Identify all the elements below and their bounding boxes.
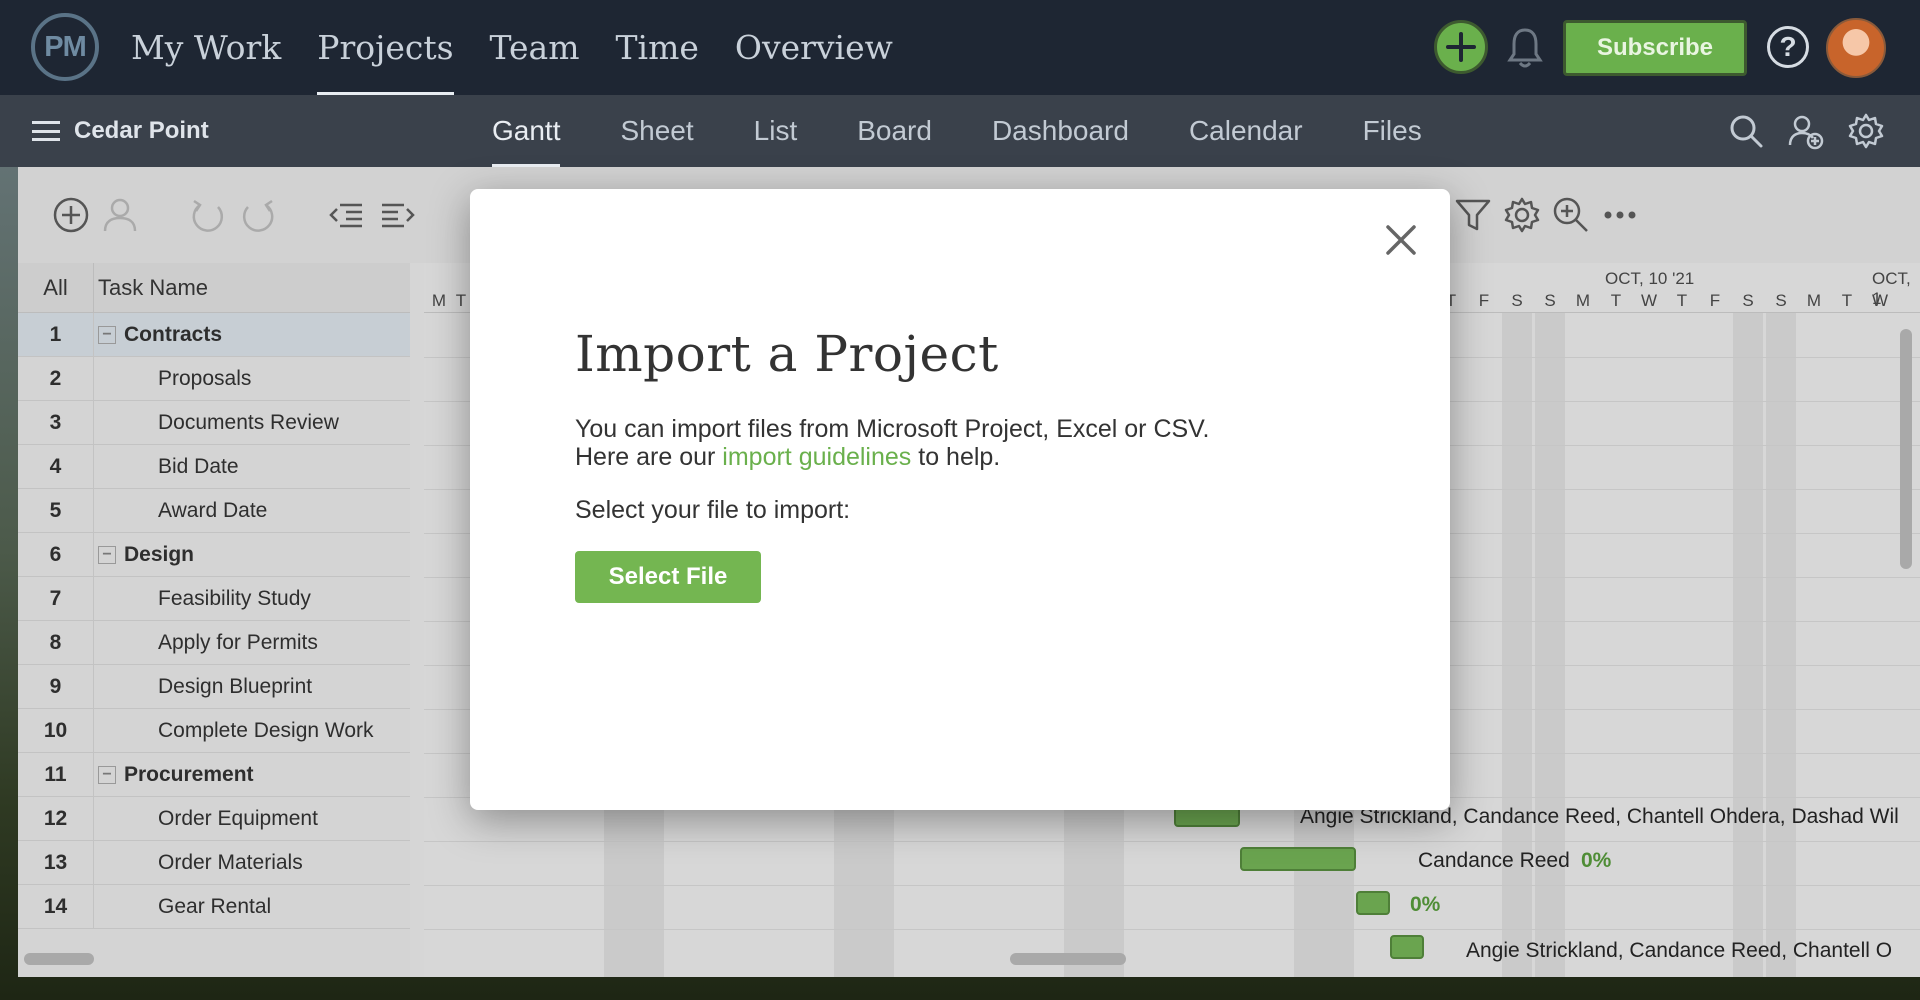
undo-icon[interactable] <box>188 195 228 235</box>
bell-icon[interactable] <box>1505 26 1545 70</box>
task-row[interactable]: 10 Complete Design Work <box>18 708 410 753</box>
tab-files[interactable]: Files <box>1333 95 1452 167</box>
modal-description: You can import files from Microsoft Proj… <box>575 415 1210 471</box>
modal-title: Import a Project <box>575 325 999 383</box>
task-progress-label: 0% <box>1581 849 1612 872</box>
add-user-icon[interactable] <box>1787 112 1825 150</box>
task-name-header[interactable]: Task Name <box>94 275 208 301</box>
task-row[interactable]: 9 Design Blueprint <box>18 664 410 709</box>
close-icon[interactable] <box>1380 219 1422 261</box>
task-row[interactable]: 8 Apply for Permits <box>18 620 410 665</box>
import-project-modal: Import a Project You can import files fr… <box>470 189 1450 810</box>
search-icon[interactable] <box>1727 112 1765 150</box>
tab-gantt[interactable]: Gantt <box>480 95 590 167</box>
tab-dashboard[interactable]: Dashboard <box>962 95 1159 167</box>
select-file-prompt: Select your file to import: <box>575 496 851 524</box>
task-row[interactable]: 4 Bid Date <box>18 444 410 489</box>
add-task-icon[interactable] <box>51 195 91 235</box>
gantt-vertical-scrollbar[interactable] <box>1900 329 1912 569</box>
add-new-button[interactable] <box>1434 20 1488 74</box>
task-row[interactable]: 5 Award Date <box>18 488 410 533</box>
top-navigation-bar: PM My Work Projects Team Time Overview S… <box>0 0 1920 95</box>
task-assignees-label: Candance Reed <box>1418 849 1570 872</box>
assign-user-icon[interactable] <box>100 195 140 235</box>
nav-team[interactable]: Team <box>472 0 598 95</box>
import-guidelines-link[interactable]: import guidelines <box>722 443 911 471</box>
nav-overview[interactable]: Overview <box>717 0 911 95</box>
tab-list[interactable]: List <box>724 95 828 167</box>
task-row[interactable]: 11− Procurement <box>18 752 410 797</box>
help-icon[interactable]: ? <box>1767 26 1809 68</box>
plus-icon <box>1446 32 1476 62</box>
project-name-label: Cedar Point <box>74 117 209 144</box>
gantt-horizontal-scrollbar[interactable] <box>1010 953 1126 965</box>
select-file-button[interactable]: Select File <box>575 551 761 603</box>
main-nav: My Work Projects Team Time Overview <box>131 0 911 95</box>
task-row[interactable]: 6− Design <box>18 532 410 577</box>
task-grid-header: All Task Name <box>18 262 410 313</box>
project-subbar: Cedar Point Gantt Sheet List Board Dashb… <box>0 95 1920 167</box>
app-logo[interactable]: PM <box>31 13 99 81</box>
task-row[interactable]: 12 Order Equipment <box>18 796 410 841</box>
task-progress-label: 0% <box>1410 893 1441 916</box>
task-row[interactable]: 2 Proposals <box>18 356 410 401</box>
user-avatar[interactable] <box>1826 18 1886 78</box>
zoom-in-icon[interactable] <box>1551 195 1591 235</box>
gantt-task-bar[interactable] <box>1390 935 1424 959</box>
collapse-icon[interactable]: − <box>98 765 116 784</box>
select-all-header[interactable]: All <box>18 262 94 313</box>
subscribe-button[interactable]: Subscribe <box>1563 20 1747 76</box>
hamburger-menu-icon[interactable] <box>32 121 60 141</box>
nav-projects[interactable]: Projects <box>299 0 471 95</box>
nav-my-work[interactable]: My Work <box>131 0 299 95</box>
task-row[interactable]: 14 Gear Rental <box>18 884 410 929</box>
task-grid: All Task Name 1− Contracts 2 Proposals 3 Do… <box>18 262 410 977</box>
tab-board[interactable]: Board <box>827 95 962 167</box>
project-menu[interactable]: Cedar Point <box>32 95 209 167</box>
task-row[interactable]: 3 Documents Review <box>18 400 410 445</box>
filter-icon[interactable] <box>1453 195 1493 235</box>
redo-icon[interactable] <box>238 195 278 235</box>
task-row[interactable]: 13 Order Materials <box>18 840 410 885</box>
nav-time[interactable]: Time <box>598 0 717 95</box>
gantt-task-bar[interactable] <box>1356 891 1390 915</box>
task-row[interactable]: 7 Feasibility Study <box>18 576 410 621</box>
task-row[interactable]: 1− Contracts <box>18 312 410 357</box>
gantt-task-bar[interactable] <box>1240 847 1356 871</box>
tab-calendar[interactable]: Calendar <box>1159 95 1333 167</box>
tab-sheet[interactable]: Sheet <box>590 95 723 167</box>
gantt-settings-icon[interactable] <box>1502 195 1542 235</box>
more-options-icon[interactable] <box>1600 195 1640 235</box>
view-tabs: Gantt Sheet List Board Dashboard Calenda… <box>480 95 1452 167</box>
outdent-icon[interactable] <box>326 195 366 235</box>
collapse-icon[interactable]: − <box>98 545 116 564</box>
indent-icon[interactable] <box>378 195 418 235</box>
settings-gear-icon[interactable] <box>1847 112 1885 150</box>
collapse-icon[interactable]: − <box>98 325 116 344</box>
grid-horizontal-scrollbar[interactable] <box>24 953 94 965</box>
task-assignees-label: Angie Strickland, Candance Reed, Chantel… <box>1466 939 1893 962</box>
